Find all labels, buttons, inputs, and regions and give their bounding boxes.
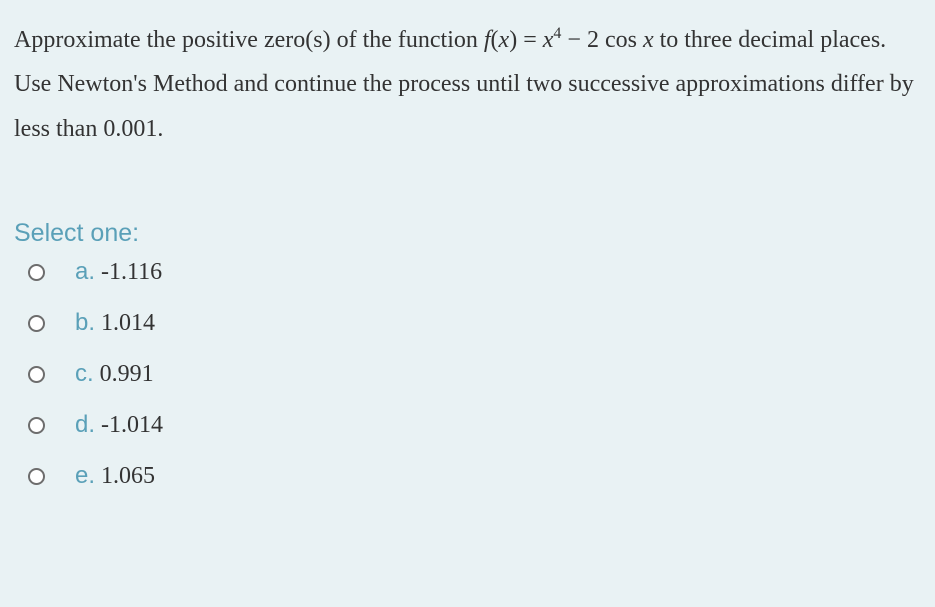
question-formula: f(x) = x4 − 2 cos x <box>484 27 654 53</box>
option-c-label[interactable]: c. 0.991 <box>75 360 154 388</box>
radio-d[interactable] <box>28 417 45 434</box>
radio-a[interactable] <box>28 264 45 281</box>
option-d[interactable]: d. -1.014 <box>28 411 921 439</box>
option-c[interactable]: c. 0.991 <box>28 360 921 388</box>
question-part1: Approximate the positive zero(s) of the … <box>14 27 484 53</box>
option-a[interactable]: a. -1.116 <box>28 258 921 286</box>
option-e[interactable]: e. 1.065 <box>28 462 921 490</box>
option-c-value: 0.991 <box>94 361 154 387</box>
option-b-label[interactable]: b. 1.014 <box>75 309 155 337</box>
option-d-label[interactable]: d. -1.014 <box>75 411 163 439</box>
options-group: a. -1.116 b. 1.014 c. 0.991 d. -1.014 e.… <box>14 258 921 490</box>
option-a-letter: a. <box>75 258 95 285</box>
option-b-letter: b. <box>75 309 95 336</box>
option-e-letter: e. <box>75 462 95 489</box>
radio-e[interactable] <box>28 468 45 485</box>
question-text: Approximate the positive zero(s) of the … <box>14 18 921 151</box>
option-b[interactable]: b. 1.014 <box>28 309 921 337</box>
option-a-value: -1.116 <box>95 259 162 285</box>
select-one-prompt: Select one: <box>14 219 921 248</box>
option-c-letter: c. <box>75 360 94 387</box>
radio-c[interactable] <box>28 366 45 383</box>
option-d-letter: d. <box>75 411 95 438</box>
radio-b[interactable] <box>28 315 45 332</box>
option-e-label[interactable]: e. 1.065 <box>75 462 155 490</box>
option-d-value: -1.014 <box>95 412 163 438</box>
option-b-value: 1.014 <box>95 310 155 336</box>
option-a-label[interactable]: a. -1.116 <box>75 258 162 286</box>
option-e-value: 1.065 <box>95 463 155 489</box>
